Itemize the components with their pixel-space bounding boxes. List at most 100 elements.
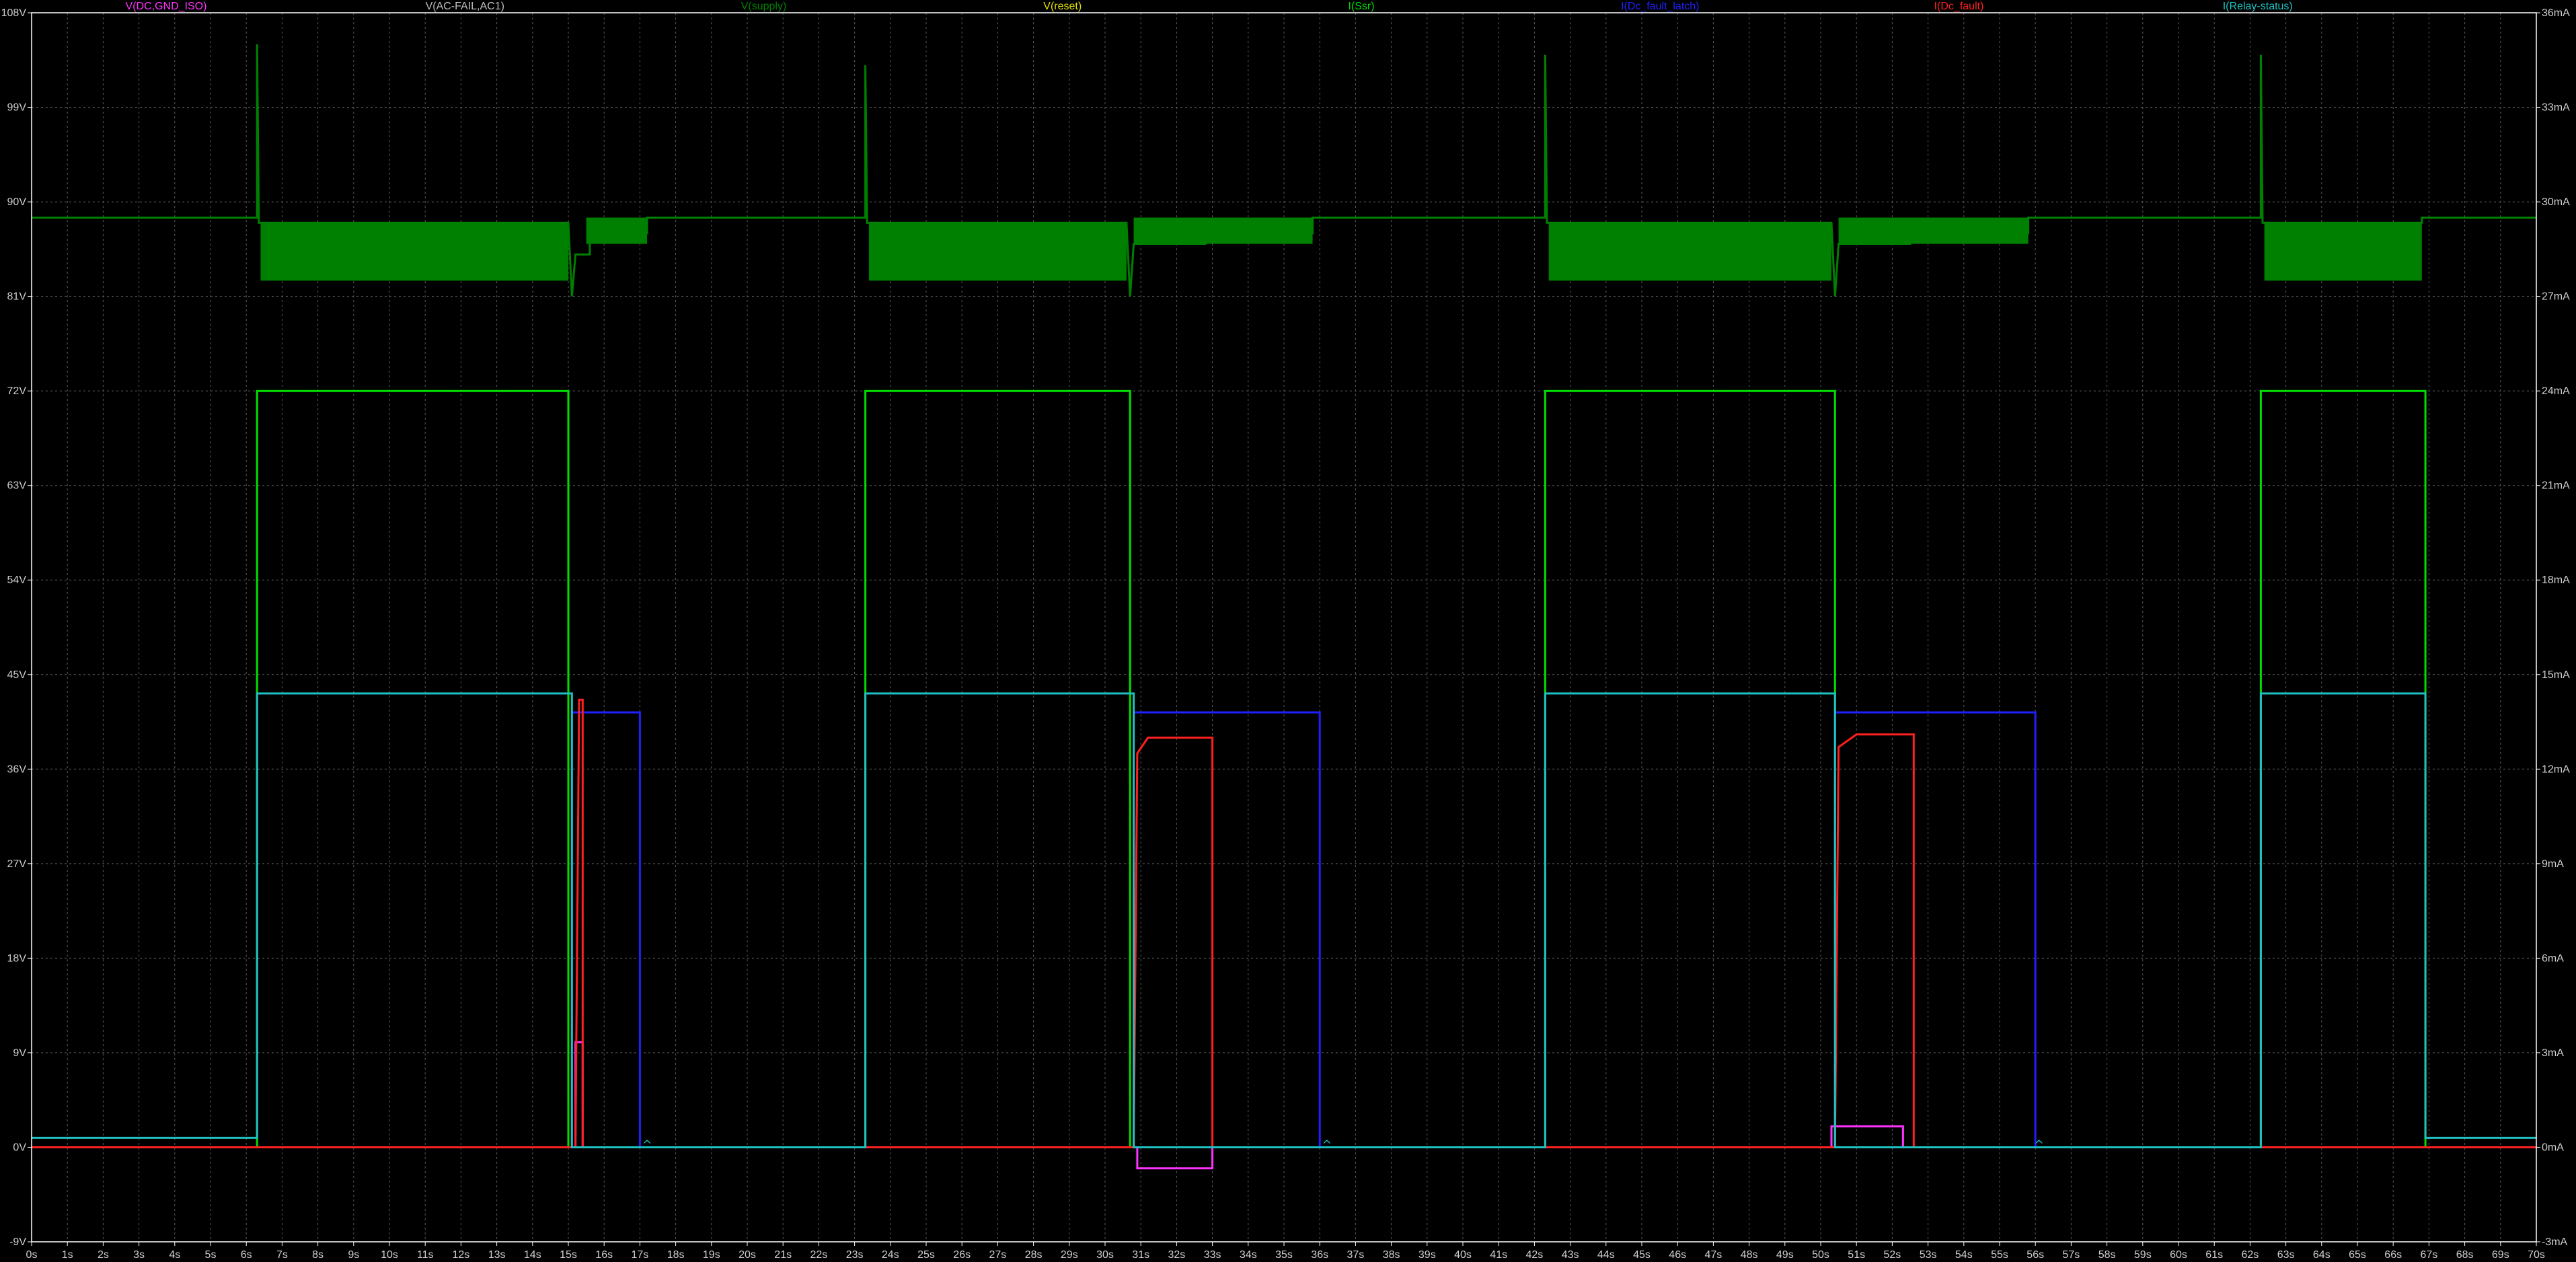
supply-ripple-bands bbox=[260, 217, 2422, 281]
x-tick-label: 53s bbox=[1920, 1249, 1937, 1261]
x-tick-label: 5s bbox=[205, 1249, 217, 1261]
x-tick-label: 2s bbox=[98, 1249, 109, 1261]
supply-ripple-band bbox=[260, 223, 568, 281]
x-tick-label: 46s bbox=[1669, 1249, 1686, 1261]
x-tick-label: 56s bbox=[2026, 1249, 2044, 1261]
x-tick-label: 67s bbox=[2421, 1249, 2438, 1261]
x-tick-label: 44s bbox=[1597, 1249, 1615, 1261]
supply-ripple-band bbox=[1548, 223, 1831, 281]
x-tick-label: 52s bbox=[1884, 1249, 1901, 1261]
y-left-tick-label: 0V bbox=[13, 1142, 26, 1153]
y-left-tick-label: 27V bbox=[7, 858, 27, 870]
x-tick-label: 29s bbox=[1061, 1249, 1078, 1261]
x-tick-label: 69s bbox=[2492, 1249, 2509, 1261]
x-tick-label: 11s bbox=[417, 1249, 434, 1261]
supply-ripple-band bbox=[1133, 217, 1313, 244]
x-tick-label: 60s bbox=[2170, 1249, 2187, 1261]
y-left-tick-label: 9V bbox=[13, 1047, 26, 1059]
legend-item[interactable]: V(DC,GND_ISO) bbox=[126, 1, 207, 12]
legend-item[interactable]: I(Relay-status) bbox=[2223, 1, 2293, 12]
legend-item[interactable]: V(AC-FAIL,AC1) bbox=[426, 1, 504, 12]
supply-ripple-band bbox=[1838, 217, 2029, 244]
axes: 0s 1s 2s 3s 4s 5s 6s 7s 8s 9s 10s 11s 12s 13s 14s 15s 16… bbox=[1, 7, 2571, 1261]
legend-item[interactable]: I(Dc_fault_latch) bbox=[1621, 1, 1700, 12]
y-left-tick-label: 45V bbox=[7, 669, 27, 681]
supply-ripple-band bbox=[2264, 223, 2422, 281]
x-tick-label: 9s bbox=[348, 1249, 359, 1261]
y-right-tick-label: 6mA bbox=[2542, 953, 2564, 964]
y-right-tick-label: 18mA bbox=[2542, 574, 2570, 586]
legend[interactable]: V(DC,GND_ISO) V(AC-FAIL,AC1) V(supply) V(re… bbox=[126, 1, 2293, 12]
x-tick-label: 58s bbox=[2098, 1249, 2116, 1261]
y-right-tick-label: 3mA bbox=[2542, 1047, 2564, 1059]
x-tick-label: 4s bbox=[169, 1249, 180, 1261]
x-tick-label: 19s bbox=[703, 1249, 720, 1261]
x-tick-label: 26s bbox=[953, 1249, 971, 1261]
y-left-tick-label: 54V bbox=[7, 574, 27, 586]
y-right-tick-label: 15mA bbox=[2542, 669, 2570, 681]
x-tick-label: 7s bbox=[276, 1249, 288, 1261]
annotation-caret: ^ bbox=[1322, 1138, 1332, 1152]
legend-item[interactable]: V(supply) bbox=[741, 1, 787, 12]
x-tick-label: 59s bbox=[2134, 1249, 2152, 1261]
waveform-plot[interactable]: ^ ^ ^ 0s 1s 2s 3s 4s 5s 6s 7s 8s 9s 10s 11s 12s 13s 14s 1… bbox=[0, 0, 2576, 1262]
y-left-tick-label: 90V bbox=[7, 196, 27, 208]
y-left-tick-label: 36V bbox=[7, 764, 27, 775]
legend-item[interactable]: I(Ssr) bbox=[1348, 1, 1374, 12]
x-tick-label: 32s bbox=[1168, 1249, 1186, 1261]
x-tick-label: 49s bbox=[1776, 1249, 1794, 1261]
x-tick-label: 31s bbox=[1132, 1249, 1149, 1261]
y-right-tick-label: 36mA bbox=[2542, 7, 2570, 19]
x-tick-label: 61s bbox=[2205, 1249, 2223, 1261]
y-right-tick-label: 9mA bbox=[2542, 858, 2564, 870]
y-right-tick-label: 27mA bbox=[2542, 291, 2570, 303]
x-tick-label: 43s bbox=[1562, 1249, 1579, 1261]
y-left-tick-label: 18V bbox=[7, 953, 27, 964]
x-tick-label: 66s bbox=[2384, 1249, 2402, 1261]
y-left-tick-label: -9V bbox=[9, 1236, 26, 1248]
x-tick-label: 40s bbox=[1454, 1249, 1472, 1261]
x-tick-label: 64s bbox=[2313, 1249, 2331, 1261]
x-tick-label: 65s bbox=[2349, 1249, 2366, 1261]
x-tick-label: 1s bbox=[62, 1249, 73, 1261]
x-tick-label: 24s bbox=[882, 1249, 899, 1261]
annotation-caret: ^ bbox=[2034, 1138, 2044, 1152]
x-tick-label: 68s bbox=[2456, 1249, 2474, 1261]
y-left-tick-label: 72V bbox=[7, 385, 27, 397]
x-tick-label: 33s bbox=[1204, 1249, 1221, 1261]
x-tick-label: 21s bbox=[774, 1249, 792, 1261]
legend-item[interactable]: V(reset) bbox=[1043, 1, 1082, 12]
grid-lines bbox=[32, 13, 2536, 1242]
x-tick-label: 50s bbox=[1812, 1249, 1829, 1261]
x-tick-label: 38s bbox=[1383, 1249, 1400, 1261]
x-tick-label: 54s bbox=[1955, 1249, 1973, 1261]
annotation-caret: ^ bbox=[642, 1138, 652, 1152]
x-tick-label: 15s bbox=[560, 1249, 577, 1261]
y-left-tick-label: 81V bbox=[7, 291, 27, 303]
supply-ripple-band bbox=[586, 217, 648, 244]
y-left-tick-label: 108V bbox=[1, 7, 27, 19]
y-right-tick-label: 24mA bbox=[2542, 385, 2570, 397]
y-right-tick-label: 12mA bbox=[2542, 764, 2570, 775]
y-left-tick-label: 99V bbox=[7, 102, 27, 114]
x-tick-label: 62s bbox=[2242, 1249, 2259, 1261]
x-tick-label: 25s bbox=[917, 1249, 935, 1261]
x-tick-label: 3s bbox=[133, 1249, 145, 1261]
x-tick-label: 22s bbox=[810, 1249, 828, 1261]
legend-item[interactable]: I(Dc_fault) bbox=[1934, 1, 1984, 12]
x-tick-label: 18s bbox=[667, 1249, 685, 1261]
x-tick-label: 51s bbox=[1848, 1249, 1865, 1261]
x-tick-label: 30s bbox=[1096, 1249, 1114, 1261]
x-tick-label: 0s bbox=[26, 1249, 38, 1261]
x-tick-label: 27s bbox=[989, 1249, 1007, 1261]
annotations: ^ ^ ^ bbox=[642, 1138, 2044, 1152]
x-tick-label: 35s bbox=[1275, 1249, 1293, 1261]
y-right-tick-label: 30mA bbox=[2542, 196, 2570, 208]
x-tick-label: 16s bbox=[595, 1249, 613, 1261]
x-tick-label: 17s bbox=[632, 1249, 649, 1261]
x-tick-label: 70s bbox=[2528, 1249, 2545, 1261]
x-tick-label: 13s bbox=[488, 1249, 506, 1261]
y-right-tick-label: 33mA bbox=[2542, 102, 2570, 114]
x-tick-label: 36s bbox=[1311, 1249, 1328, 1261]
x-tick-label: 41s bbox=[1490, 1249, 1507, 1261]
